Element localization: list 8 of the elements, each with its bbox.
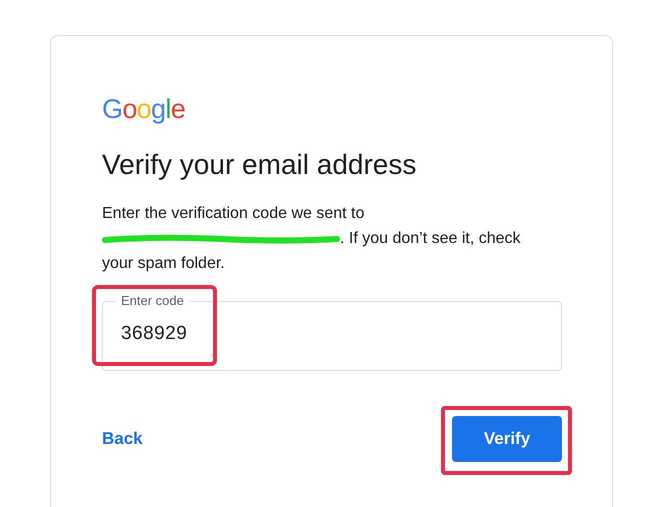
verify-button[interactable]: Verify <box>452 416 562 462</box>
page-heading: Verify your email address <box>102 148 418 182</box>
instruction-text: Enter the verification code we sent to . If you don’t see it, check your spam folder. <box>102 204 522 274</box>
field-label: Enter code <box>120 293 185 309</box>
code-field[interactable]: Enter code 368929 <box>102 293 562 371</box>
back-link[interactable]: Back <box>102 426 143 452</box>
google-logo: Google <box>102 93 186 126</box>
code-value[interactable]: 368929 <box>121 320 521 348</box>
